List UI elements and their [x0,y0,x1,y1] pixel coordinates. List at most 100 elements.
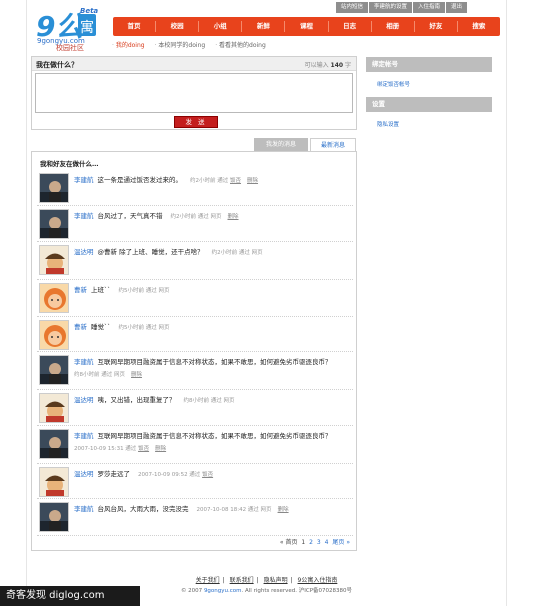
pager: « 首页 1 2 3 4 尾页 » [280,537,350,546]
nav-blog[interactable]: 日志 [329,17,371,36]
feed-item-text: 互联网早期项目融资属于信息不对称状态，如果不敢思，如何避免劣币驱逐良币？ [97,358,332,366]
avatar[interactable] [39,283,69,313]
feed-item-author[interactable]: 曹新 [74,286,87,294]
delete-link[interactable]: 删除 [131,372,142,378]
subnav-school-doing[interactable]: 本校同学的doing [155,40,205,49]
delete-link[interactable]: 删除 [278,507,289,513]
footer-privacy[interactable]: 隐私声明 [264,577,288,584]
feed-item-author[interactable]: 李建航 [74,432,94,440]
top-link-settings[interactable]: 李建航的设置 [369,2,413,13]
pager-last[interactable]: 尾页 » [332,539,350,546]
nav-groups[interactable]: 小组 [199,17,241,36]
feed-item-meta: 约8小时前 通过 网页 删除 [74,372,142,378]
feed-item-author[interactable]: 曹新 [74,323,87,331]
feed-item-time: 约8小时前 通过 网页 [183,398,235,404]
feed-item-author[interactable]: 温达明 [74,396,94,404]
avatar[interactable] [39,173,69,203]
bind-fanfou-link[interactable]: 绑定饭否帐号 [377,80,410,88]
delete-link[interactable]: 删除 [247,178,258,184]
feed-item: 曹新 上班`` 约5小时前 通过 网页 [37,280,353,317]
avatar[interactable] [39,245,69,275]
feed-item-time: 2007-10-08 18:42 通过 网页 [196,507,272,513]
subnav-others-doing[interactable]: 看看其他的doing [215,40,266,49]
send-button[interactable]: 发 送 [174,116,218,128]
top-link-messages[interactable]: 站内短信 [336,2,369,13]
feed-item-time: 约5小时前 通过 网页 [118,288,170,294]
feed-item-text: 咦，又出错，出现重复了？ [97,396,176,404]
footer-guide[interactable]: 9公寓入住指南 [298,577,338,584]
feed-item-time: 约5小时前 通过 网页 [118,325,170,331]
delete-link[interactable]: 删除 [228,214,239,220]
feed-item-source-link[interactable]: 饭否 [230,178,241,184]
feed-item-content: 李建航 互联网早期项目融资属于信息不对称状态，如果不敢思，如何避免劣币驱逐良币？ 2… [74,430,351,455]
footer-about[interactable]: 关于我们 [196,577,220,584]
avatar[interactable] [39,355,69,385]
avatar[interactable] [39,502,69,532]
pager-page[interactable]: 2 [309,539,313,546]
nav-fresh[interactable]: 新鲜 [242,17,284,36]
feed-item-meta: 2007-10-09 09:52 通过 饭否 [138,472,213,478]
privacy-settings-link[interactable]: 隐私设置 [377,120,399,128]
feed-item-author[interactable]: 温达明 [74,470,94,478]
feed-item-text: 这一条是通过饭否发过来的。 [97,176,183,184]
pager-page[interactable]: 3 [317,539,321,546]
feed-item-content: 曹新 上班`` 约5小时前 通过 网页 [74,284,351,297]
feed-item-meta: 约2小时前 通过 网页 [212,250,263,256]
feed-item-meta: 约2小时前 通过 网页 删除 [171,214,239,220]
feed-item-text: 罗莎走远了 [97,470,131,478]
feed-item-meta: 约2小时前 通过 饭否 删除 [190,178,258,184]
avatar[interactable] [39,320,69,350]
feed-item: 李建航 互联网早期项目融资属于信息不对称状态，如果不敢思，如何避免劣币驱逐良币？ 约… [37,352,353,390]
footer-contact[interactable]: 联系我们 [230,577,254,584]
nav-home[interactable]: 首页 [113,17,155,36]
char-counter-label: 可以输入 [304,62,329,69]
feed-item-author[interactable]: 温达明 [74,248,94,256]
avatar[interactable] [39,429,69,459]
tab-my-messages[interactable]: 我发的消息 [254,138,308,151]
feed-item: 温达明 @曹新 除了上班、睡觉，还干点啥？ 约2小时前 通过 网页 [37,242,353,280]
logo-beta-badge: Beta [80,7,99,15]
tab-latest-messages[interactable]: 最新消息 [310,138,356,151]
feed-item-time: 2007-10-09 09:52 通过 [138,472,201,478]
feed-item-content: 李建航 这一条是通过饭否发过来的。 约2小时前 通过 饭否 删除 [74,174,351,187]
status-input[interactable] [35,73,353,113]
status-header: 我在做什么？ 可以输入 140 字 [32,57,356,71]
feed-item-author[interactable]: 李建航 [74,505,94,513]
nav-campus[interactable]: 校园 [156,17,198,36]
sub-nav: 我的doing 本校同学的doing 看看其他的doing [112,40,266,49]
nav-courses[interactable]: 课程 [285,17,327,36]
feed-item-author[interactable]: 李建航 [74,358,94,366]
nav-friends[interactable]: 好友 [415,17,457,36]
copyright-brand[interactable]: 9gongyu.com [204,588,242,594]
feed-item-text: 台风过了，天气真不错 [97,212,163,220]
feed-item: 温达明 咦，又出错，出现重复了？ 约8小时前 通过 网页 [37,390,353,426]
feed-panel: 我和好友在做什么… 李建航 这一条是通过饭否发过来的。 约2小时前 通过 饭否 删除李… [31,151,357,551]
feed-item-time: 约2小时前 通过 网页 [211,250,263,256]
feed-item-meta: 2007-10-09 15:31 通过 饭否 删除 [74,446,166,452]
feed-item-content: 李建航 台风过了，天气真不错 约2小时前 通过 网页 删除 [74,210,351,223]
nav-albums[interactable]: 相册 [372,17,414,36]
feed-item-content: 曹新 睡觉`` 约5小时前 通过 网页 [74,321,351,334]
subnav-my-doing[interactable]: 我的doing [112,40,145,49]
feed-item: 温达明 罗莎走远了 2007-10-09 09:52 通过 饭否 [37,464,353,499]
avatar[interactable] [39,209,69,239]
top-link-guide[interactable]: 入住指南 [413,2,446,13]
settings-heading: 设置 [366,97,492,112]
delete-link[interactable]: 删除 [155,446,166,452]
feed-item-source-link[interactable]: 饭否 [138,446,149,452]
feed-item-content: 温达明 @曹新 除了上班、睡觉，还干点啥？ 约2小时前 通过 网页 [74,246,351,259]
top-link-logout[interactable]: 退出 [446,2,468,13]
feed-item-content: 李建航 台风台风，大雨大雨，没完没完 2007-10-08 18:42 通过 网页删… [74,503,351,516]
pager-first[interactable]: « 首页 [280,539,298,546]
avatar[interactable] [39,467,69,497]
pager-page[interactable]: 4 [325,539,329,546]
feed-item-author[interactable]: 李建航 [74,212,94,220]
feed-item-source-link[interactable]: 饭否 [202,472,213,478]
status-composer: 我在做什么？ 可以输入 140 字 发 送 [31,56,357,130]
char-counter-unit: 字 [344,62,351,69]
nav-search[interactable]: 搜索 [458,17,500,36]
feed-item-text: 互联网早期项目融资属于信息不对称状态，如果不敢思，如何避免劣币驱逐良币？ [97,432,332,440]
avatar[interactable] [39,393,69,423]
feed-item: 李建航 互联网早期项目融资属于信息不对称状态，如果不敢思，如何避免劣币驱逐良币？ 2… [37,426,353,464]
feed-item-author[interactable]: 李建航 [74,176,94,184]
